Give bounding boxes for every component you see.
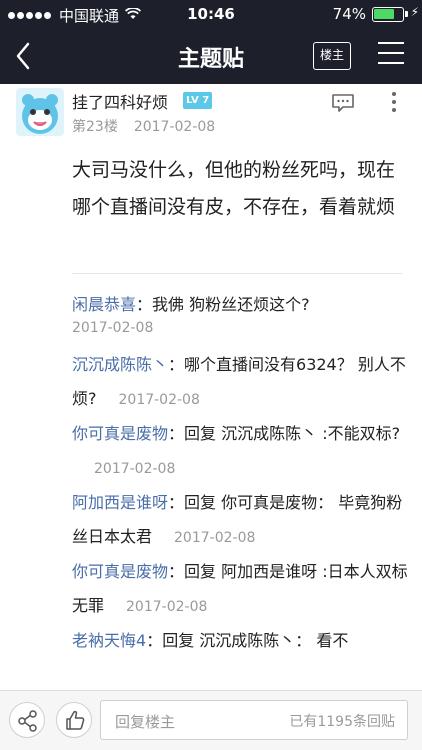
reply-author[interactable]: 你可真是废物 [72,562,168,581]
page-title: 主题贴 [177,47,244,72]
chevron-left-icon[interactable] [10,38,40,74]
share-icon[interactable] [9,702,45,738]
avatar[interactable] [16,88,64,136]
reply-author[interactable]: 阿加西是谁呀 [72,493,168,512]
reply-date: 2017-02-08 [118,392,200,408]
more-options-icon[interactable] [392,92,398,112]
reply-date: 2017-02-08 [126,599,208,615]
reply-date: 2017-02-08 [174,530,256,546]
battery-icon [372,7,404,22]
reply-input[interactable]: 回复楼主 已有1195条回贴 [100,700,408,740]
charging-icon: ⚡ [410,5,419,19]
floor-number: 第23楼 [72,119,118,135]
reply-list: 闲晨恭喜：我佛 狗粉丝还烦这个? 2017-02-08 沉沉成陈陈丶：哪个直播间… [72,288,410,658]
reply-author[interactable]: 闲晨恭喜 [72,295,136,314]
reply-author[interactable]: 你可真是废物 [72,424,168,443]
reply-item[interactable]: 沉沉成陈陈丶：哪个直播间没有6324？ 别人不烦? 2017-02-08 [72,348,410,417]
reply-text: ：回复 沉沉成陈陈丶 :不能双标? [168,424,401,443]
floor-meta: 第23楼 2017-02-08 [72,116,215,136]
reply-item[interactable]: 闲晨恭喜：我佛 狗粉丝还烦这个? 2017-02-08 [72,288,410,338]
post-author-name[interactable]: 挂了四科好烦 [72,89,168,113]
reply-date: 2017-02-08 [94,461,176,477]
reply-item[interactable]: 你可真是废物：回复 沉沉成陈陈丶 :不能双标? 2017-02-08 [72,417,410,486]
bottom-bar: 回复楼主 已有1195条回贴 [0,690,422,750]
reply-text: ：我佛 狗粉丝还烦这个? [136,295,310,314]
reply-date: 2017-02-08 [72,320,154,336]
status-bar: 中国联通 10:46 74% ⚡ [0,0,422,28]
reply-item[interactable]: 老衲天悔4：回复 沉沉成陈陈丶： 看不 [72,624,410,658]
battery-percentage: 74% [332,5,366,23]
reply-author[interactable]: 沉沉成陈陈丶 [72,355,168,374]
reply-text: ：回复 沉沉成陈陈丶： 看不 [146,631,349,650]
post-date: 2017-02-08 [133,119,216,135]
reply-placeholder: 回复楼主 [115,713,176,731]
level-badge: LV 7 [183,92,213,109]
comment-icon[interactable] [331,93,355,112]
divider [72,273,402,274]
hamburger-menu-icon[interactable] [378,42,404,68]
nav-bar: 主题贴 楼主 [0,28,422,84]
post-content: 大司马没什么，但他的粉丝死吗，现在哪个直播间没有皮，不存在，看着就烦 [72,159,396,218]
reply-item[interactable]: 阿加西是谁呀：回复 你可真是废物： 毕竟狗粉丝日本太君 2017-02-08 [72,486,410,555]
post-floor: 挂了四科好烦 LV 7 第23楼 2017-02-08 大司马没什么，但他的粉丝死… [0,84,422,690]
reply-author[interactable]: 老衲天悔4 [72,631,146,650]
reply-item[interactable]: 你可真是废物：回复 阿加西是谁呀 :日本人双标无罪 2017-02-08 [72,555,410,624]
battery-cap [405,11,408,17]
reply-count: 已有1195条回贴 [289,714,395,730]
view-owner-only-button[interactable]: 楼主 [313,42,351,70]
thumbs-up-icon[interactable] [56,702,92,738]
